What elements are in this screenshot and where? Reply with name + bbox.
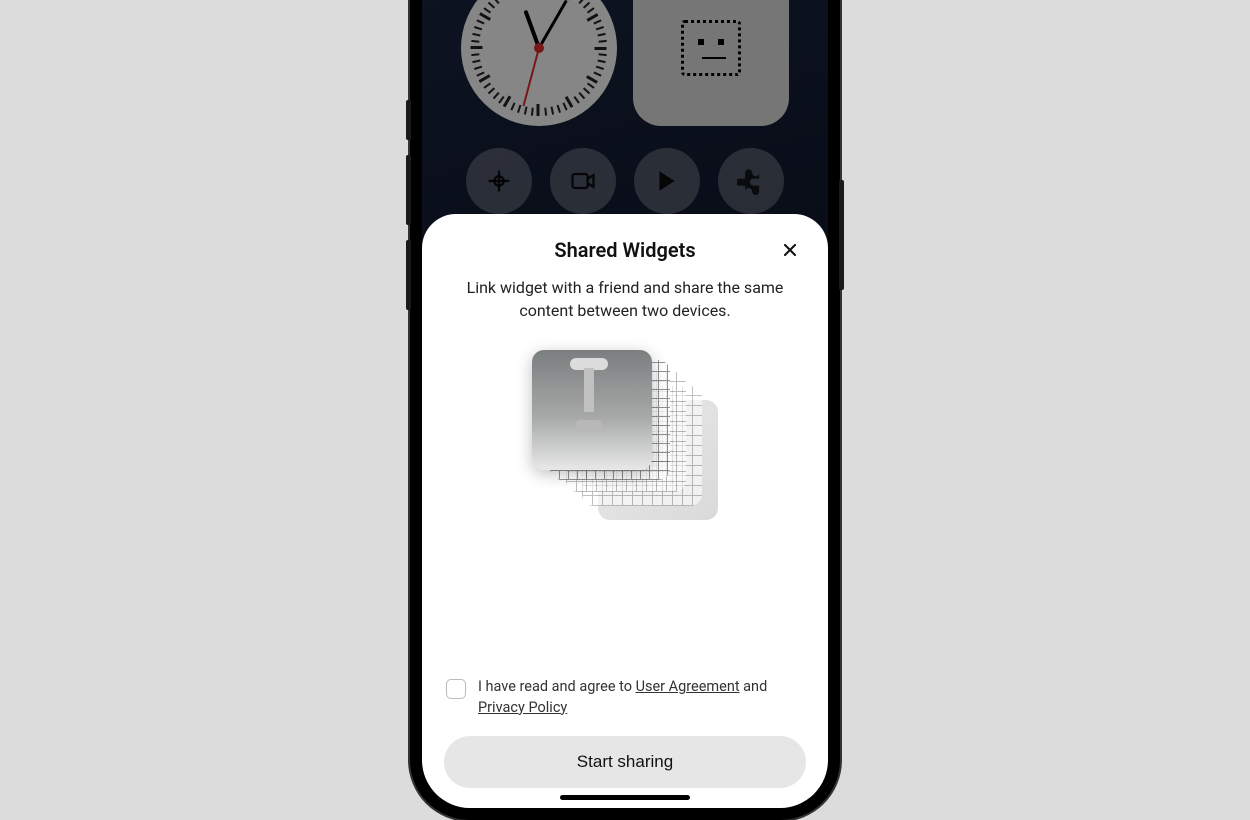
sheet-title: Shared Widgets [444,238,806,262]
privacy-policy-link[interactable]: Privacy Policy [478,699,567,716]
phone-screen: Shared Widgets Link widget with a friend… [422,0,828,808]
sheet-subtitle: Link widget with a friend and share the … [444,276,806,322]
close-button[interactable] [776,236,804,264]
close-icon [780,240,800,260]
home-indicator[interactable] [560,795,690,800]
volume-down-button [406,240,411,310]
volume-button [406,100,411,140]
consent-and: and [740,678,768,695]
consent-checkbox[interactable] [446,679,466,699]
user-agreement-link[interactable]: User Agreement [636,678,740,695]
shared-widgets-sheet: Shared Widgets Link widget with a friend… [422,214,828,808]
consent-row: I have read and agree to User Agreement … [444,677,806,718]
consent-prefix: I have read and agree to [478,678,636,695]
consent-text: I have read and agree to User Agreement … [478,677,804,718]
start-sharing-button[interactable]: Start sharing [444,736,806,788]
phone-frame: Shared Widgets Link widget with a friend… [410,0,840,820]
volume-up-button [406,155,411,225]
sheet-illustration [520,354,730,534]
power-button [839,180,844,290]
